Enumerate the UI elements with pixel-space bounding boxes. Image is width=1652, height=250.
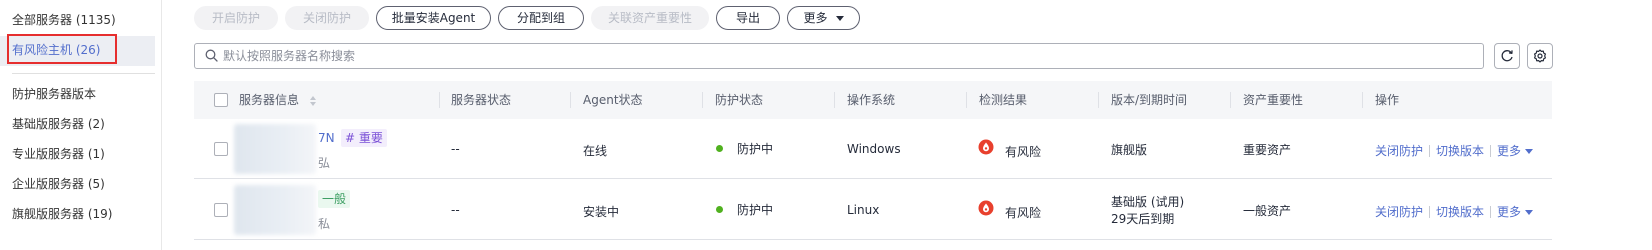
- redacted-server-info: [234, 185, 316, 235]
- status-dot: [716, 206, 723, 213]
- header-agent-status: Agent状态: [583, 93, 643, 107]
- sidebar-item-enterprise[interactable]: 企业版服务器 (5): [12, 174, 105, 194]
- protection-status-value: 防护中: [737, 203, 774, 217]
- assign-group-button[interactable]: 分配到组: [498, 6, 584, 30]
- select-all-checkbox[interactable]: [214, 93, 228, 107]
- table-row: 一般 私 -- 安装中 防护中 Linux 有风险 基础版 (试用) 29天后到…: [194, 180, 1552, 240]
- sidebar-item-basic[interactable]: 基础版服务器 (2): [12, 114, 105, 134]
- row-actions: 关闭防护 切换版本 更多: [1375, 142, 1534, 159]
- server-status-value: --: [451, 142, 460, 156]
- sidebar: 全部服务器 (1135) 有风险主机 (26) 防护服务器版本 基础版服务器 (…: [0, 0, 162, 250]
- settings-button[interactable]: [1527, 43, 1553, 69]
- server-ip-fragment: 私: [318, 217, 331, 231]
- risk-drop-icon: [978, 200, 994, 216]
- column-divider: [702, 92, 703, 108]
- risk-drop-icon: [978, 139, 994, 155]
- search-icon: [205, 49, 218, 62]
- sidebar-item-all-servers[interactable]: 全部服务器 (1135): [12, 10, 116, 30]
- action-divider: [1490, 206, 1492, 218]
- action-divider: [1429, 206, 1431, 218]
- more-actions-label: 更多: [1497, 144, 1522, 158]
- column-divider: [1098, 92, 1099, 108]
- server-status-value: --: [451, 203, 460, 217]
- row-checkbox[interactable]: [214, 203, 228, 217]
- batch-install-agent-button[interactable]: 批量安装Agent: [376, 6, 491, 30]
- protection-status-value: 防护中: [737, 142, 774, 156]
- sidebar-item-flagship[interactable]: 旗舰版服务器 (19): [12, 204, 112, 224]
- edition-value: 基础版 (试用): [1111, 195, 1185, 209]
- row-checkbox[interactable]: [214, 142, 228, 156]
- refresh-icon: [1501, 50, 1513, 62]
- importance-tag: 一般: [318, 190, 351, 208]
- asset-importance-value: 重要资产: [1243, 143, 1292, 157]
- header-actions: 操作: [1375, 93, 1400, 107]
- highlight-box: [7, 34, 117, 64]
- os-value: Linux: [847, 203, 880, 217]
- sidebar-divider: [12, 73, 155, 74]
- disable-protection-link[interactable]: 关闭防护: [1375, 144, 1423, 158]
- column-divider: [1362, 92, 1363, 108]
- enable-protection-button[interactable]: 开启防护: [194, 6, 278, 30]
- switch-edition-link[interactable]: 切换版本: [1436, 205, 1484, 219]
- more-actions-label: 更多: [1497, 205, 1522, 219]
- redacted-server-info: [234, 124, 316, 174]
- chevron-down-icon: [1525, 149, 1534, 154]
- refresh-button[interactable]: [1494, 43, 1520, 69]
- sidebar-heading-edition: 防护服务器版本: [12, 87, 97, 101]
- chevron-down-icon: [835, 16, 844, 21]
- edition-value: 旗舰版: [1111, 143, 1148, 157]
- column-divider: [570, 92, 571, 108]
- header-protection-status: 防护状态: [715, 93, 764, 107]
- disable-protection-link[interactable]: 关闭防护: [1375, 205, 1423, 219]
- detection-result-value: 有风险: [1005, 145, 1042, 159]
- header-os: 操作系统: [847, 93, 896, 107]
- header-server-info[interactable]: 服务器信息: [239, 81, 317, 119]
- table-row: 7N # 重要 弘 -- 在线 防护中 Windows 有风险 旗舰版 重要资产…: [194, 119, 1552, 179]
- server-name-link[interactable]: 7N: [318, 131, 335, 145]
- header-edition-expiry: 版本/到期时间: [1111, 93, 1188, 107]
- chevron-down-icon: [1525, 210, 1534, 215]
- column-divider: [1230, 92, 1231, 108]
- header-server-info-label: 服务器信息: [239, 93, 300, 107]
- switch-edition-link[interactable]: 切换版本: [1436, 144, 1484, 158]
- more-dropdown-button[interactable]: 更多: [787, 6, 860, 30]
- header-server-status: 服务器状态: [451, 93, 512, 107]
- column-divider: [834, 92, 835, 108]
- os-value: Windows: [847, 142, 901, 156]
- sidebar-item-professional[interactable]: 专业版服务器 (1): [12, 144, 105, 164]
- search-box[interactable]: [194, 43, 1484, 69]
- server-ip-fragment: 弘: [318, 156, 331, 170]
- status-dot: [716, 145, 723, 152]
- disable-protection-button[interactable]: 关闭防护: [285, 6, 369, 30]
- sort-icon[interactable]: [309, 95, 317, 107]
- more-label: 更多: [803, 11, 828, 25]
- more-actions-link[interactable]: 更多: [1497, 205, 1534, 219]
- table-header: 服务器信息 服务器状态 Agent状态 防护状态 操作系统 检测结果 版本/到期…: [194, 81, 1552, 119]
- link-asset-importance-button[interactable]: 关联资产重要性: [591, 6, 709, 30]
- agent-status-value: 在线: [583, 144, 608, 158]
- importance-tag: # 重要: [341, 129, 387, 147]
- more-actions-link[interactable]: 更多: [1497, 144, 1534, 158]
- asset-importance-value: 一般资产: [1243, 204, 1292, 218]
- column-divider: [439, 92, 440, 108]
- gear-icon: [1534, 49, 1546, 63]
- agent-status-value: 安装中: [583, 205, 620, 219]
- header-detection-result: 检测结果: [979, 93, 1028, 107]
- search-input[interactable]: [223, 46, 1423, 66]
- detection-result-value: 有风险: [1005, 206, 1042, 220]
- export-button[interactable]: 导出: [716, 6, 780, 30]
- column-divider: [966, 92, 967, 108]
- action-divider: [1429, 145, 1431, 157]
- row-actions: 关闭防护 切换版本 更多: [1375, 203, 1534, 220]
- header-asset-importance: 资产重要性: [1243, 93, 1304, 107]
- expiry-value: 29天后到期: [1111, 212, 1175, 226]
- action-divider: [1490, 145, 1492, 157]
